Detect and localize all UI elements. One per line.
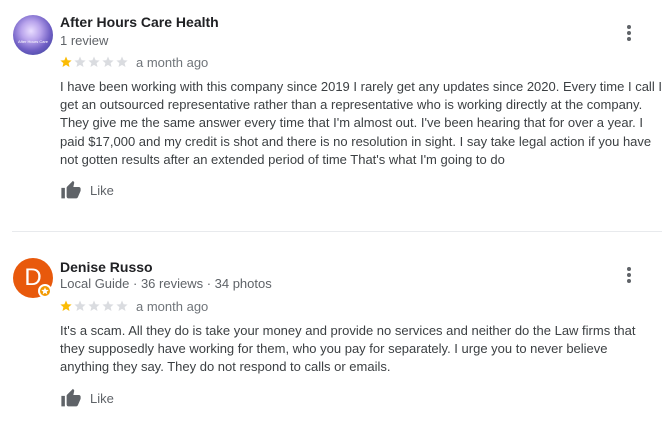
star-icon: [102, 56, 114, 67]
review-date: a month ago: [136, 299, 209, 314]
review-text-line: anything they say. They do not respond t…: [60, 359, 391, 375]
star-icon: [88, 56, 100, 67]
review-text-line: They give me the same answer every time …: [60, 115, 644, 131]
star-icon: [88, 300, 100, 311]
more-vert-icon[interactable]: [620, 264, 638, 286]
review-date: a month ago: [136, 55, 209, 70]
star-rating-svg: [60, 300, 128, 311]
star-rating: [60, 56, 130, 68]
review-text-line: It's a scam. All they do is take your mo…: [60, 323, 636, 338]
star-icon: [60, 56, 72, 67]
reviewer-avatar[interactable]: After Hours Care: [13, 15, 53, 55]
reviewer-name[interactable]: Denise Russo: [60, 259, 153, 275]
thumb-up-icon: [61, 388, 81, 407]
thumb-up-icon: [61, 180, 81, 199]
star-icon: [74, 56, 86, 67]
star-icon: [116, 300, 128, 311]
review-text-line: not gotten results after an extended per…: [60, 151, 505, 167]
like-label: Like: [90, 391, 114, 406]
like-label: Like: [90, 183, 114, 198]
review-text: I have been working with this company si…: [60, 78, 662, 169]
star-rating: [60, 300, 130, 312]
review-text-line: get an outsourced representative rather …: [60, 97, 643, 113]
reviewer-meta: 1 review: [60, 33, 109, 48]
reviewer-name[interactable]: After Hours Care Health: [60, 14, 219, 30]
local-guide-badge-icon: [38, 284, 52, 298]
star-rating-svg: [60, 56, 128, 67]
star-icon: [60, 300, 72, 311]
review-text-line: paid $17,000 and my credit is shot and t…: [60, 133, 652, 149]
review-divider: [12, 231, 662, 232]
star-icon: [74, 300, 86, 311]
review-text-line: I have been working with this company si…: [60, 79, 662, 94]
local-guide-label: Local Guide: [60, 276, 130, 291]
more-vert-icon[interactable]: [620, 22, 638, 44]
avatar-text: After Hours Care: [17, 39, 48, 44]
star-icon: [102, 300, 114, 311]
review-text-line: they supposedly have working for them, w…: [60, 341, 608, 357]
star-icon: [116, 56, 128, 67]
review-text: It's a scam. All they do is take your mo…: [60, 322, 662, 377]
reviewer-meta: · 36 reviews · 34 photos: [129, 276, 272, 291]
reviewer-meta-row: Local Guide · 36 reviews · 34 photos: [60, 276, 272, 291]
